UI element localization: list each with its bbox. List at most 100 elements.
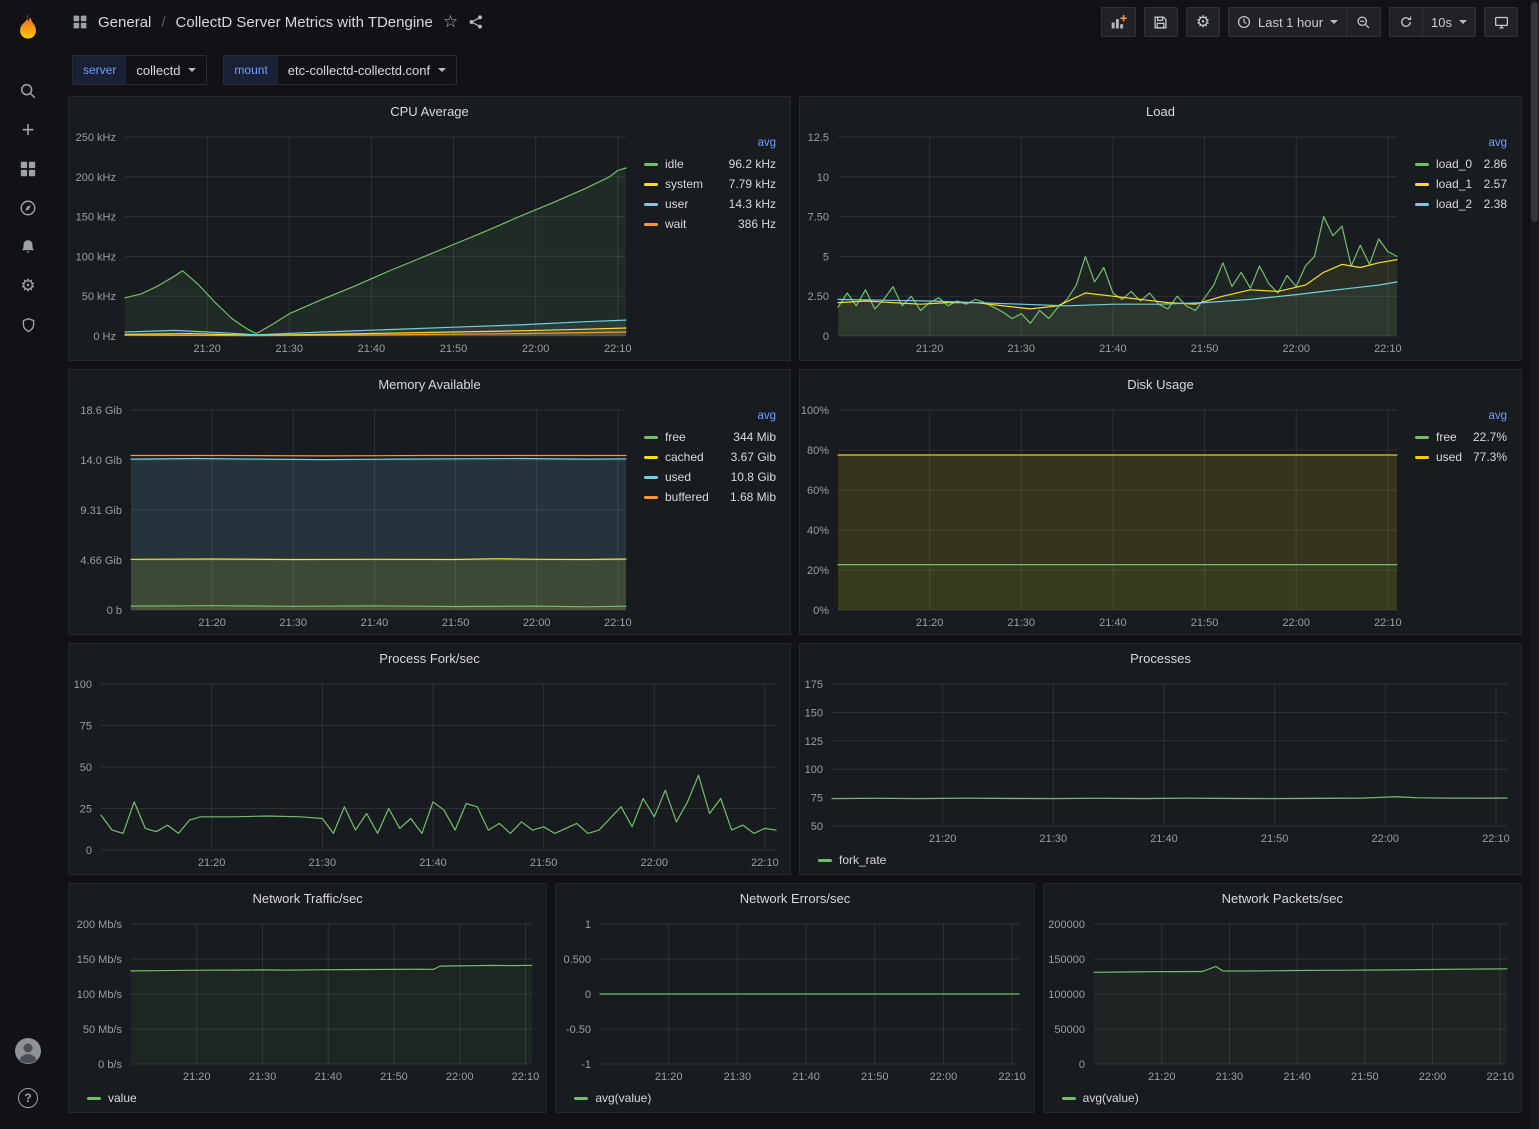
legend-series-value: 77.3% xyxy=(1473,450,1507,464)
avatar[interactable] xyxy=(15,1038,41,1067)
help-icon[interactable]: ? xyxy=(8,1083,48,1113)
panel-header-fork[interactable]: Process Fork/sec xyxy=(69,644,790,672)
svg-text:21:40: 21:40 xyxy=(1099,617,1127,629)
variable-server: server collectd xyxy=(72,55,207,85)
legend-series-name: avg(value) xyxy=(595,1091,651,1105)
clock-icon xyxy=(1237,15,1251,29)
panel-header-processes[interactable]: Processes xyxy=(800,644,1521,672)
time-range-picker[interactable]: Last 1 hour xyxy=(1228,7,1347,37)
memory-chart[interactable]: 21:2021:3021:4021:5022:0022:100 b4.66 Gi… xyxy=(69,398,640,634)
star-icon[interactable]: ☆ xyxy=(443,12,458,32)
legend-series-value: 1.68 Mib xyxy=(730,490,776,504)
processes-chart[interactable]: 21:2021:3021:4021:5022:0022:105075100125… xyxy=(800,672,1521,850)
legend-item-buffered[interactable]: buffered1.68 Mib xyxy=(644,487,776,507)
legend-item-avg(value)[interactable]: avg(value) xyxy=(574,1091,651,1105)
breadcrumb-general[interactable]: General xyxy=(98,14,151,31)
chevron-down-icon xyxy=(188,68,196,72)
network-errors-chart[interactable]: 21:2021:3021:4021:5022:0022:10-1-0.5000.… xyxy=(556,912,1033,1088)
legend-color-dash xyxy=(644,203,658,206)
legend-item-fork_rate[interactable]: fork_rate xyxy=(818,853,886,867)
legend-color-dash xyxy=(574,1097,588,1100)
legend-avg-header: avg xyxy=(1415,137,1507,149)
zoom-out-button[interactable] xyxy=(1347,7,1381,37)
panel-title: Disk Usage xyxy=(1127,377,1193,392)
panel-header-cpu[interactable]: CPU Average xyxy=(69,97,790,125)
scrollbar-thumb[interactable] xyxy=(1531,2,1538,222)
svg-text:21:20: 21:20 xyxy=(183,1071,211,1083)
search-icon[interactable] xyxy=(8,76,48,106)
svg-text:22:00: 22:00 xyxy=(522,343,550,355)
variable-mount-value[interactable]: etc-collectd-collectd.conf xyxy=(278,56,456,84)
svg-text:22:00: 22:00 xyxy=(1418,1071,1446,1083)
svg-text:0%: 0% xyxy=(813,605,829,617)
variable-mount: mount etc-collectd-collectd.conf xyxy=(223,55,457,85)
process-fork-chart[interactable]: 21:2021:3021:4021:5022:0022:100255075100 xyxy=(69,672,790,874)
legend-item-cached[interactable]: cached3.67 Gib xyxy=(644,447,776,467)
cycle-view-mode-button[interactable] xyxy=(1484,7,1518,37)
panel-header-memory[interactable]: Memory Available xyxy=(69,370,790,398)
svg-text:0.500: 0.500 xyxy=(564,954,592,966)
legend-item-avg(value)[interactable]: avg(value) xyxy=(1062,1091,1139,1105)
panel-header-load[interactable]: Load xyxy=(800,97,1521,125)
legend-series-value: 2.38 xyxy=(1484,197,1507,211)
legend-color-dash xyxy=(644,223,658,226)
legend-item-used[interactable]: used10.8 Gib xyxy=(644,467,776,487)
panel-header-disk[interactable]: Disk Usage xyxy=(800,370,1521,398)
dashboard-grid-icon xyxy=(72,14,88,30)
svg-text:250 kHz: 250 kHz xyxy=(76,132,116,144)
cpu-average-chart[interactable]: 21:2021:3021:4021:5022:0022:100 Hz50 kHz… xyxy=(69,125,640,360)
grafana-logo[interactable] xyxy=(11,12,45,46)
variable-server-value[interactable]: collectd xyxy=(126,56,206,84)
main-area: General / CollectD Server Metrics with T… xyxy=(56,0,1530,1129)
panel-header-net-traffic[interactable]: Network Traffic/sec xyxy=(69,884,546,912)
dashboards-icon[interactable] xyxy=(8,154,48,184)
svg-text:22:10: 22:10 xyxy=(1374,617,1402,629)
network-traffic-chart[interactable]: 21:2021:3021:4021:5022:0022:100 b/s50 Mb… xyxy=(69,912,546,1088)
share-icon[interactable] xyxy=(468,14,484,30)
svg-text:200000: 200000 xyxy=(1048,919,1085,931)
legend-series-name: avg(value) xyxy=(1083,1091,1139,1105)
legend-item-load_2[interactable]: load_22.38 xyxy=(1415,194,1507,214)
network-errors-legend: avg(value) xyxy=(556,1088,1033,1112)
load-chart[interactable]: 21:2021:3021:4021:5022:0022:1002.5057.50… xyxy=(800,125,1411,360)
svg-text:150000: 150000 xyxy=(1048,954,1085,966)
legend-item-load_1[interactable]: load_12.57 xyxy=(1415,174,1507,194)
svg-text:7.50: 7.50 xyxy=(808,212,829,224)
scrollbar[interactable] xyxy=(1530,0,1539,1129)
save-dashboard-button[interactable] xyxy=(1144,7,1178,37)
top-navbar: General / CollectD Server Metrics with T… xyxy=(56,0,1530,44)
dashboard-settings-gear-icon[interactable]: ⚙ xyxy=(1186,7,1220,37)
alerting-bell-icon[interactable] xyxy=(8,232,48,262)
network-packets-chart[interactable]: 21:2021:3021:4021:5022:0022:100500001000… xyxy=(1044,912,1521,1088)
legend-item-free[interactable]: free22.7% xyxy=(1415,427,1507,447)
legend-item-user[interactable]: user14.3 kHz xyxy=(644,194,776,214)
panel-header-net-packets[interactable]: Network Packets/sec xyxy=(1044,884,1521,912)
configuration-gear-icon[interactable]: ⚙ xyxy=(8,271,48,301)
legend-item-value[interactable]: value xyxy=(87,1091,137,1105)
panel-header-net-errors[interactable]: Network Errors/sec xyxy=(556,884,1033,912)
add-panel-button[interactable] xyxy=(1101,7,1136,37)
panel-title: Network Errors/sec xyxy=(740,891,851,906)
server-admin-shield-icon[interactable] xyxy=(8,310,48,340)
time-controls: Last 1 hour xyxy=(1228,7,1381,37)
svg-text:21:40: 21:40 xyxy=(419,857,447,869)
svg-text:10: 10 xyxy=(817,172,829,184)
chevron-down-icon xyxy=(1330,20,1338,24)
svg-text:21:40: 21:40 xyxy=(1150,833,1178,845)
sidebar-bottom: ? xyxy=(8,1038,48,1113)
explore-compass-icon[interactable] xyxy=(8,193,48,223)
legend-item-load_0[interactable]: load_02.86 xyxy=(1415,154,1507,174)
legend-avg-header: avg xyxy=(644,137,776,149)
disk-usage-chart[interactable]: 21:2021:3021:4021:5022:0022:100%20%40%60… xyxy=(800,398,1411,634)
legend-item-wait[interactable]: wait386 Hz xyxy=(644,214,776,234)
legend-item-idle[interactable]: idle96.2 kHz xyxy=(644,154,776,174)
cpu-legend: avg idle96.2 kHzsystem7.79 kHzuser14.3 kH… xyxy=(640,125,790,360)
refresh-button[interactable] xyxy=(1389,7,1423,37)
legend-item-free[interactable]: free344 Mib xyxy=(644,427,776,447)
create-plus-icon[interactable]: + xyxy=(8,115,48,145)
legend-item-used[interactable]: used77.3% xyxy=(1415,447,1507,467)
svg-text:9.31 Gib: 9.31 Gib xyxy=(80,505,122,517)
chart-svg: 21:2021:3021:4021:5022:0022:100%20%40%60… xyxy=(800,398,1411,634)
legend-item-system[interactable]: system7.79 kHz xyxy=(644,174,776,194)
refresh-interval-picker[interactable]: 10s xyxy=(1423,7,1476,37)
